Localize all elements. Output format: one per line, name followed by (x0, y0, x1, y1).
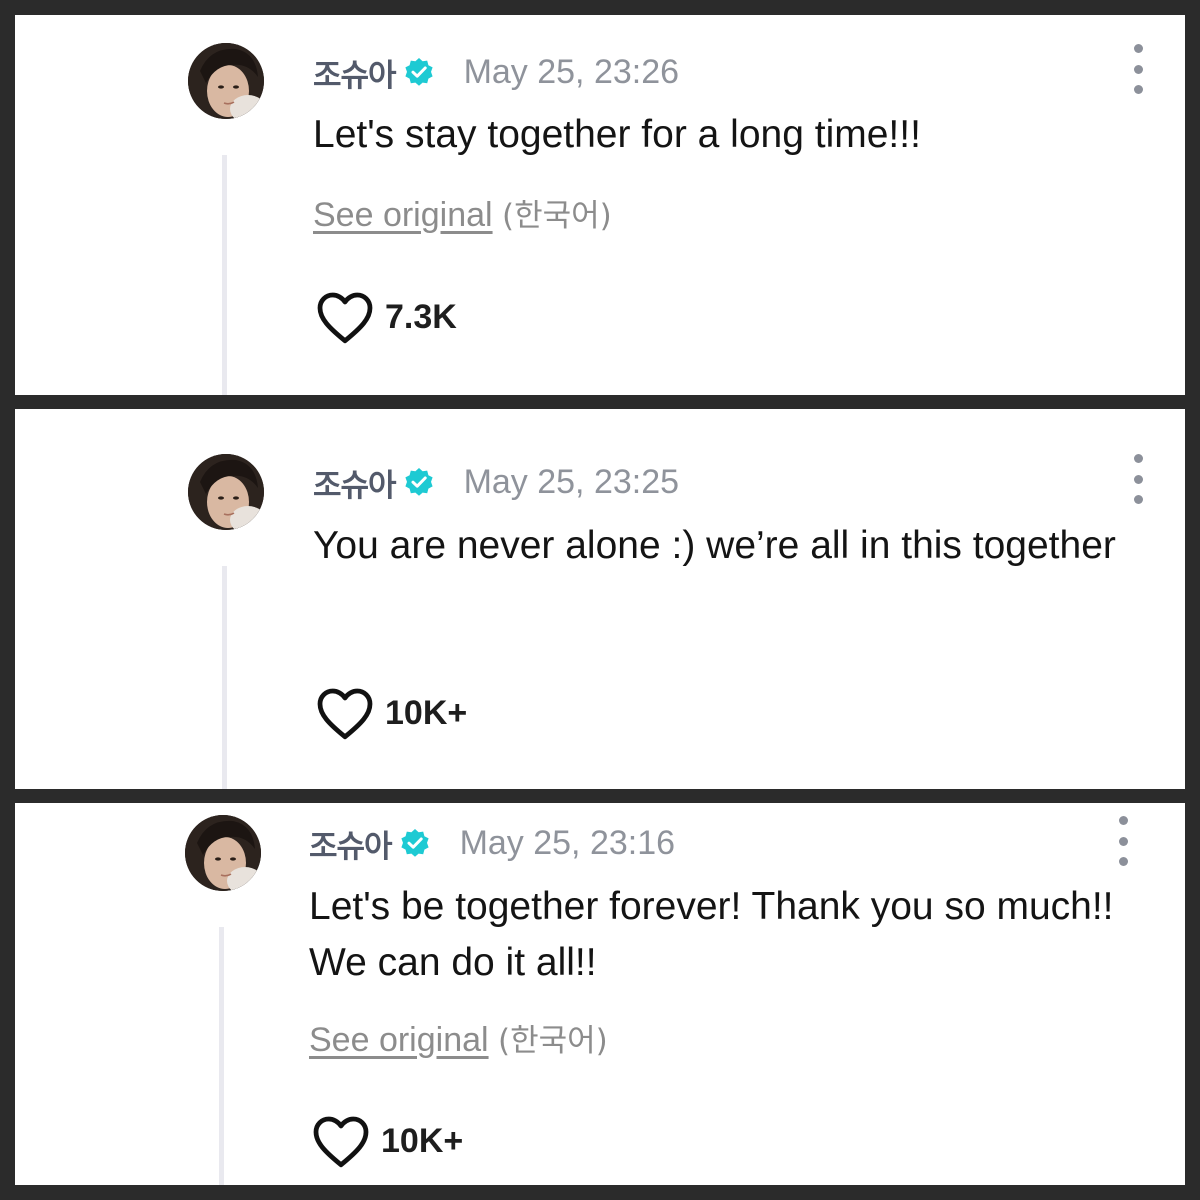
heart-outline-icon (317, 292, 373, 344)
see-original-link[interactable]: See original (313, 196, 493, 234)
post-timestamp: May 25, 23:25 (463, 462, 680, 501)
avatar[interactable] (188, 43, 264, 119)
heart-outline-icon (317, 688, 373, 740)
like-count: 10K+ (385, 693, 468, 732)
thread-line (222, 155, 227, 395)
post-header: 조슈아 May 25, 23:16 (309, 821, 676, 866)
post-header: 조슈아 May 25, 23:25 (313, 460, 680, 505)
heart-outline-icon (313, 1116, 369, 1168)
like-button[interactable]: 10K+ (315, 685, 467, 741)
original-language: (한국어) (498, 1023, 608, 1059)
thread-line (222, 566, 227, 789)
translation-row: See original (한국어) (309, 1015, 608, 1060)
more-options-button[interactable] (1111, 816, 1135, 866)
avatar-photo (185, 815, 261, 891)
author-name[interactable]: 조슈아 (313, 460, 397, 505)
avatar-photo (188, 454, 264, 530)
more-options-button[interactable] (1126, 44, 1150, 94)
like-button[interactable]: 7.3K (315, 289, 457, 345)
translation-row: See original (한국어) (313, 190, 612, 235)
avatar-photo (188, 43, 264, 119)
avatar[interactable] (188, 454, 264, 530)
original-language: (한국어) (502, 198, 612, 234)
post-text: Let's stay together for a long time!!! (313, 113, 921, 156)
avatar[interactable] (185, 815, 261, 891)
thread-line (219, 927, 224, 1185)
see-original-link[interactable]: See original (309, 1021, 489, 1059)
verified-badge-icon (400, 828, 430, 858)
more-options-button[interactable] (1126, 454, 1150, 504)
verified-badge-icon (404, 57, 434, 87)
post-header: 조슈아 May 25, 23:26 (313, 50, 680, 95)
author-name[interactable]: 조슈아 (309, 821, 393, 866)
post-text: You are never alone :) we’re all in this… (313, 524, 1116, 567)
more-vertical-icon (1118, 816, 1128, 825)
post-text: Let's be together forever! Thank you so … (309, 885, 1114, 984)
more-vertical-icon (1133, 44, 1143, 53)
post-card: 조슈아 May 25, 23:25 You are never alone :)… (15, 409, 1185, 789)
post-timestamp: May 25, 23:16 (459, 823, 676, 862)
verified-badge-icon (404, 467, 434, 497)
post-card: 조슈아 May 25, 23:26 Let's stay together fo… (15, 15, 1185, 395)
author-name[interactable]: 조슈아 (313, 50, 397, 95)
post-card: 조슈아 May 25, 23:16 Let's be together fore… (15, 803, 1185, 1185)
like-count: 10K+ (381, 1121, 464, 1160)
post-timestamp: May 25, 23:26 (463, 52, 680, 91)
like-button[interactable]: 10K+ (311, 1113, 463, 1169)
more-vertical-icon (1133, 454, 1143, 463)
like-count: 7.3K (385, 297, 457, 336)
